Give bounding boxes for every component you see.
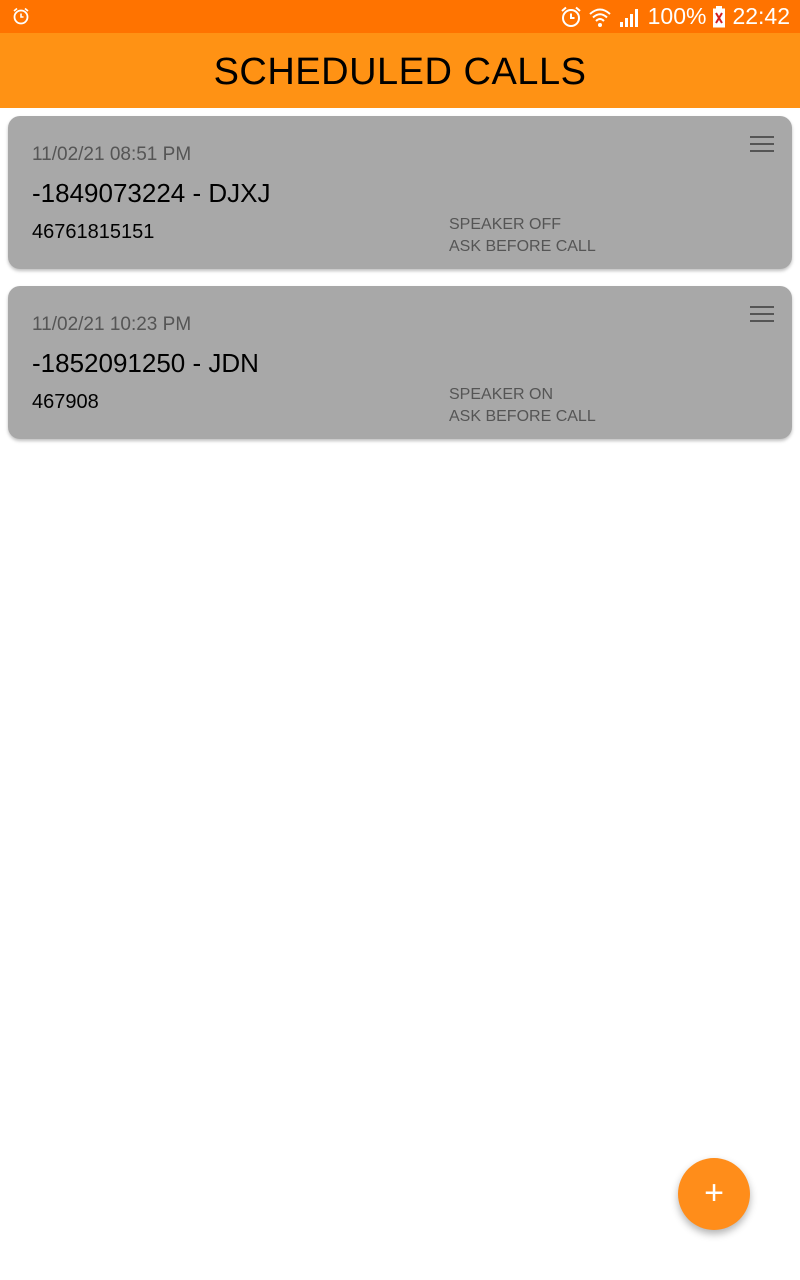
call-number: 46761815151 <box>32 221 155 243</box>
app-bar: SCHEDULED CALLS <box>0 33 800 108</box>
call-datetime: 11/02/21 10:23 PM <box>32 314 192 335</box>
status-bar: 100% 22:42 <box>0 0 800 33</box>
ask-before-call-status: ASK BEFORE CALL <box>449 238 596 255</box>
page-title: SCHEDULED CALLS <box>213 51 587 93</box>
alarm-icon <box>12 7 30 30</box>
signal-icon <box>618 6 642 28</box>
call-name: -1849073224 - DJXJ <box>32 178 271 208</box>
battery-charging-icon <box>712 5 726 28</box>
drag-handle-icon[interactable] <box>750 136 776 156</box>
call-name: -1852091250 - JDN <box>32 348 259 378</box>
scheduled-calls-list: 11/02/21 08:51 PM -1849073224 - DJXJ 467… <box>8 116 792 456</box>
add-call-button[interactable]: + <box>678 1158 750 1230</box>
call-datetime: 11/02/21 08:51 PM <box>32 144 192 165</box>
call-card[interactable]: 11/02/21 10:23 PM -1852091250 - JDN 4679… <box>8 286 792 439</box>
drag-handle-icon[interactable] <box>750 306 776 326</box>
plus-icon: + <box>704 1174 724 1212</box>
speaker-status: SPEAKER ON <box>449 386 554 403</box>
wifi-icon <box>588 5 612 29</box>
speaker-status: SPEAKER OFF <box>449 216 562 233</box>
battery-percent: 100% <box>647 3 707 29</box>
call-card[interactable]: 11/02/21 08:51 PM -1849073224 - DJXJ 467… <box>8 116 792 269</box>
call-number: 467908 <box>32 391 99 413</box>
status-time: 22:42 <box>732 3 790 29</box>
ask-before-call-status: ASK BEFORE CALL <box>449 408 596 425</box>
alarm-clock-icon <box>560 6 582 28</box>
